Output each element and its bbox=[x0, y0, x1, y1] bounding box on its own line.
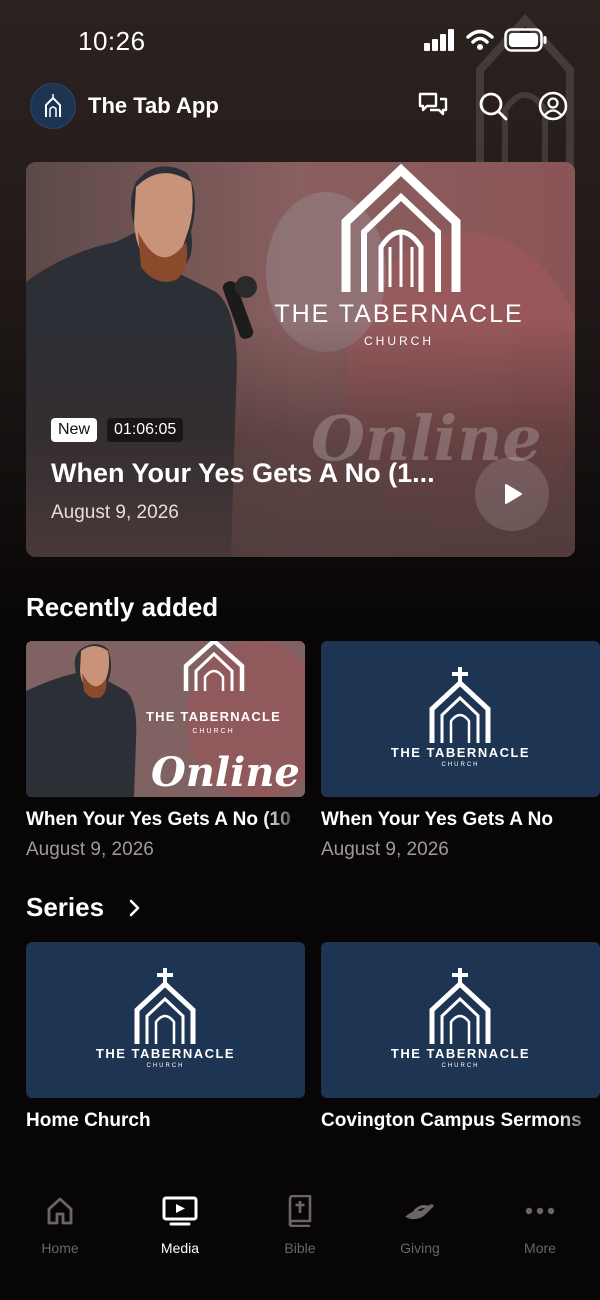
nav-giving[interactable]: Giving bbox=[360, 1180, 480, 1300]
nav-home[interactable]: Home bbox=[0, 1180, 120, 1300]
status-icons bbox=[424, 28, 548, 52]
profile-icon[interactable] bbox=[536, 89, 570, 123]
thumb-brand: THE TABERNACLE bbox=[390, 1046, 531, 1061]
hero-title: When Your Yes Gets A No (1... bbox=[51, 458, 435, 488]
recent-item-title: When Your Yes Gets A No (10 bbox=[26, 809, 291, 830]
duration-badge: 01:06:05 bbox=[107, 418, 184, 442]
new-badge: New bbox=[51, 418, 98, 442]
recent-thumb-script: Online bbox=[151, 749, 300, 796]
wifi-icon bbox=[466, 29, 494, 50]
thumb-brand: THE TABERNACLE bbox=[95, 1046, 236, 1061]
series-item-title: Covington Campus Sermons bbox=[321, 1110, 582, 1131]
status-time: 10:26 bbox=[78, 26, 146, 56]
battery-icon bbox=[504, 28, 547, 52]
church-logo-icon[interactable] bbox=[30, 83, 76, 129]
recently-added-title: Recently added bbox=[26, 592, 219, 622]
featured-sermon-card[interactable]: THE TABERNACLE CHURCH Online New 01:06:0… bbox=[26, 162, 575, 557]
recent-thumb-brand-sub: CHURCH bbox=[192, 728, 235, 735]
status-bar: 10:26 bbox=[0, 0, 600, 80]
recent-item-card[interactable]: THE TABERNACLE CHURCH When Your Yes Gets… bbox=[321, 641, 600, 861]
home-icon bbox=[46, 1194, 74, 1228]
nav-media[interactable]: Media bbox=[120, 1180, 240, 1300]
hero-brand-subtitle: CHURCH bbox=[364, 334, 434, 348]
series-thumbnail: THE TABERNACLE CHURCH bbox=[321, 942, 600, 1098]
church-logo-graphic bbox=[134, 968, 196, 1044]
recent-item-date: August 9, 2026 bbox=[321, 839, 449, 860]
series-thumbnail: THE TABERNACLE CHURCH bbox=[26, 942, 305, 1098]
recent-thumb-brand: THE TABERNACLE bbox=[146, 709, 281, 724]
church-logo-graphic bbox=[429, 667, 491, 743]
series-header[interactable]: Series bbox=[26, 892, 142, 923]
series-title: Series bbox=[26, 892, 105, 922]
tv-icon bbox=[162, 1194, 198, 1228]
nav-bible-label: Bible bbox=[284, 1240, 316, 1256]
chat-icon[interactable] bbox=[416, 89, 450, 123]
nav-giving-label: Giving bbox=[400, 1240, 440, 1256]
recent-item-thumbnail: THE TABERNACLE CHURCH Online bbox=[26, 641, 305, 797]
recent-item-title: When Your Yes Gets A No bbox=[321, 809, 553, 830]
thumb-brand-sub: CHURCH bbox=[441, 762, 480, 768]
hero-brand-name: THE TABERNACLE bbox=[274, 300, 524, 328]
series-item-title: Home Church bbox=[26, 1110, 151, 1131]
church-logo-graphic bbox=[429, 968, 491, 1044]
more-icon bbox=[525, 1194, 555, 1228]
play-button[interactable] bbox=[475, 457, 549, 531]
nav-bible[interactable]: Bible bbox=[240, 1180, 360, 1300]
recent-item-thumbnail: THE TABERNACLE CHURCH bbox=[321, 641, 600, 797]
thumb-brand-sub: CHURCH bbox=[441, 1063, 480, 1069]
play-icon bbox=[505, 484, 522, 504]
series-card[interactable]: THE TABERNACLE CHURCH Home Church bbox=[26, 942, 305, 1132]
nav-media-label: Media bbox=[160, 1240, 200, 1256]
hero-date: August 9, 2026 bbox=[51, 502, 179, 523]
recent-item-card[interactable]: THE TABERNACLE CHURCH Online When Your Y… bbox=[26, 641, 305, 861]
hero-badges: New 01:06:05 bbox=[51, 418, 184, 442]
thumb-brand: THE TABERNACLE bbox=[390, 745, 531, 760]
nav-more[interactable]: More bbox=[480, 1180, 600, 1300]
thumb-brand-sub: CHURCH bbox=[146, 1063, 185, 1069]
nav-more-label: More bbox=[524, 1240, 556, 1256]
nav-home-label: Home bbox=[41, 1240, 79, 1256]
bible-icon bbox=[287, 1194, 313, 1228]
chevron-right-icon bbox=[129, 899, 140, 916]
church-logo-graphic bbox=[341, 163, 461, 292]
giving-hand-icon bbox=[403, 1194, 437, 1228]
search-icon[interactable] bbox=[476, 89, 510, 123]
app-header: The Tab App bbox=[30, 82, 570, 130]
recent-item-date: August 9, 2026 bbox=[26, 839, 154, 860]
header-actions bbox=[416, 89, 570, 123]
signal-icon bbox=[424, 29, 454, 51]
app-title: The Tab App bbox=[88, 93, 219, 118]
bottom-nav: Home Media Bible Giving More bbox=[0, 1180, 600, 1300]
series-card[interactable]: THE TABERNACLE CHURCH Covington Campus S… bbox=[321, 942, 600, 1132]
